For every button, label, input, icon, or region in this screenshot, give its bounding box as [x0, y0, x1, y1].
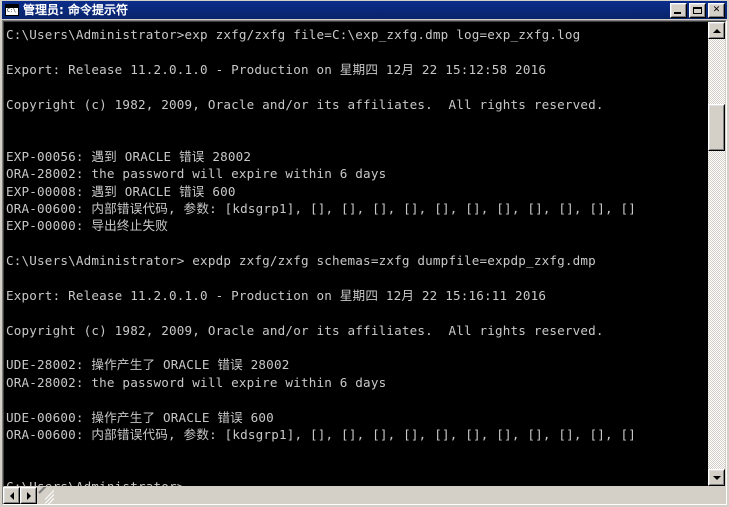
- vertical-scroll-track[interactable]: [708, 39, 725, 469]
- scroll-right-arrow[interactable]: [20, 487, 37, 504]
- console-line: UDE-00600: 操作产生了 ORACLE 错误 600: [6, 409, 274, 425]
- console-line: C:\Users\Administrator>: [6, 478, 707, 486]
- console-line: ORA-00600: 内部错误代码, 参数: [kdsgrp1], [], []…: [6, 426, 637, 442]
- console-line: Export: Release 11.2.0.1.0 - Production …: [6, 287, 547, 303]
- client-area: C:\Users\Administrator>exp zxfg/zxfg fil…: [2, 20, 727, 505]
- close-icon: ✕: [712, 4, 721, 15]
- console-output[interactable]: C:\Users\Administrator>exp zxfg/zxfg fil…: [4, 22, 707, 486]
- console-line: EXP-00000: 导出终止失败: [6, 218, 169, 234]
- console-line: C:\Users\Administrator> expdp zxfg/zxfg …: [6, 253, 596, 269]
- horizontal-scrollbar[interactable]: [3, 487, 37, 504]
- console-line: ORA-28002: the password will expire with…: [6, 166, 387, 182]
- maximize-button[interactable]: [689, 2, 706, 18]
- chevron-down-icon: [712, 475, 721, 480]
- title-bar[interactable]: C:\ 管理员: 命令提示符 ✕: [2, 1, 727, 19]
- window-controls: ✕: [670, 2, 726, 18]
- horizontal-scrollbar-row: [3, 487, 726, 504]
- console-line: EXP-00008: 遇到 ORACLE 错误 600: [6, 183, 236, 199]
- chevron-up-icon: [712, 28, 721, 33]
- chevron-right-icon: [26, 491, 31, 500]
- minimize-button[interactable]: [670, 2, 687, 18]
- scroll-down-arrow[interactable]: [708, 469, 725, 486]
- console-line: ORA-00600: 内部错误代码, 参数: [kdsgrp1], [], []…: [6, 200, 637, 216]
- console-line: UDE-28002: 操作产生了 ORACLE 错误 28002: [6, 357, 290, 373]
- window-title: 管理员: 命令提示符: [23, 3, 128, 17]
- chevron-left-icon: [9, 491, 14, 500]
- console-line: Copyright (c) 1982, 2009, Oracle and/or …: [6, 96, 604, 112]
- vertical-scroll-thumb[interactable]: [708, 103, 725, 151]
- scroll-up-arrow[interactable]: [708, 22, 725, 39]
- close-button[interactable]: ✕: [708, 2, 725, 18]
- console-line: Export: Release 11.2.0.1.0 - Production …: [6, 61, 547, 77]
- console-line: EXP-00056: 遇到 ORACLE 错误 28002: [6, 148, 252, 164]
- console-and-vscroll: C:\Users\Administrator>exp zxfg/zxfg fil…: [3, 21, 726, 487]
- console-line: Copyright (c) 1982, 2009, Oracle and/or …: [6, 322, 604, 338]
- console-icon: C:\: [4, 3, 20, 17]
- resize-grip[interactable]: [37, 487, 54, 504]
- console-line: ORA-28002: the password will expire with…: [6, 374, 387, 390]
- console-line: C:\Users\Administrator>exp zxfg/zxfg fil…: [6, 27, 581, 42]
- scroll-left-arrow[interactable]: [3, 487, 20, 504]
- command-prompt-window: C:\ 管理员: 命令提示符 ✕ C:\Users\Administrator>…: [0, 0, 729, 507]
- vertical-scrollbar[interactable]: [707, 22, 725, 486]
